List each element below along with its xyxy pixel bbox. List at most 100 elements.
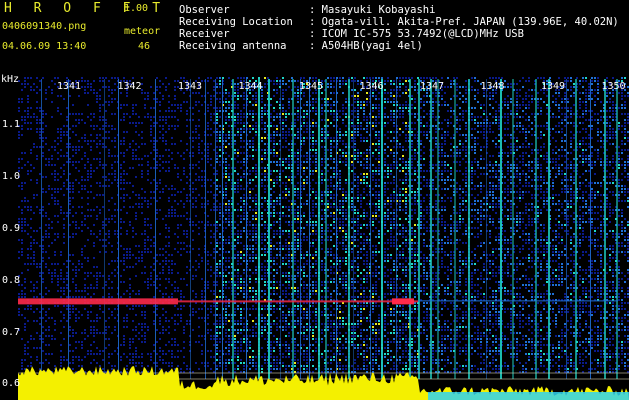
noise-pixel bbox=[321, 323, 323, 325]
noise-pixel bbox=[345, 236, 347, 238]
noise-pixel bbox=[21, 125, 23, 127]
noise-pixel bbox=[339, 149, 341, 151]
noise-pixel bbox=[108, 80, 110, 82]
noise-pixel bbox=[54, 305, 56, 307]
noise-pixel bbox=[207, 260, 209, 262]
noise-pixel bbox=[303, 125, 305, 127]
noise-pixel bbox=[150, 227, 152, 229]
noise-pixel bbox=[60, 290, 62, 292]
noise-pixel bbox=[177, 287, 179, 289]
noise-pixel bbox=[156, 218, 158, 220]
noise-pixel bbox=[249, 128, 251, 130]
noise-pixel bbox=[78, 113, 80, 115]
noise-pixel bbox=[342, 284, 344, 286]
noise-pixel bbox=[69, 314, 71, 316]
noise-pixel bbox=[207, 80, 209, 82]
noise-pixel bbox=[90, 296, 92, 298]
noise-pixel bbox=[303, 263, 305, 265]
noise-pixel bbox=[261, 149, 263, 151]
noise-pixel bbox=[294, 293, 296, 295]
noise-pixel bbox=[303, 140, 305, 142]
noise-pixel bbox=[240, 323, 242, 325]
noise-pixel bbox=[228, 206, 230, 208]
noise-pixel bbox=[315, 254, 317, 256]
noise-pixel bbox=[162, 332, 164, 334]
observer-label: Observer bbox=[179, 4, 230, 16]
noise-pixel bbox=[261, 128, 263, 130]
noise-pixel bbox=[42, 191, 44, 193]
noise-pixel bbox=[63, 227, 65, 229]
noise-pixel bbox=[96, 362, 98, 364]
noise-pixel bbox=[72, 191, 74, 193]
noise-pixel bbox=[288, 332, 290, 334]
noise-pixel bbox=[48, 233, 50, 235]
noise-pixel bbox=[243, 341, 245, 343]
noise-pixel bbox=[114, 260, 116, 262]
noise-pixel bbox=[132, 227, 134, 229]
noise-pixel bbox=[351, 242, 353, 244]
noise-pixel bbox=[174, 167, 176, 169]
noise-pixel bbox=[120, 218, 122, 220]
noise-pixel bbox=[297, 269, 299, 271]
noise-pixel bbox=[288, 233, 290, 235]
noise-pixel bbox=[60, 332, 62, 334]
noise-pixel bbox=[126, 326, 128, 328]
noise-pixel bbox=[207, 287, 209, 289]
noise-pixel bbox=[216, 335, 218, 337]
noise-pixel bbox=[351, 305, 353, 307]
noise-pixel bbox=[156, 140, 158, 142]
noise-pixel bbox=[132, 290, 134, 292]
noise-pixel bbox=[354, 140, 356, 142]
noise-pixel bbox=[174, 98, 176, 100]
noise-pixel bbox=[303, 272, 305, 274]
noise-pixel bbox=[57, 215, 59, 217]
noise-pixel bbox=[165, 215, 167, 217]
noise-pixel bbox=[303, 296, 305, 298]
noise-pixel bbox=[339, 203, 341, 205]
noise-pixel bbox=[174, 188, 176, 190]
noise-pixel bbox=[249, 248, 251, 250]
noise-pixel bbox=[252, 296, 254, 298]
noise-pixel bbox=[351, 281, 353, 283]
noise-pixel bbox=[351, 263, 353, 265]
noise-pixel bbox=[252, 137, 254, 139]
noise-pixel bbox=[192, 275, 194, 277]
noise-pixel bbox=[192, 278, 194, 280]
noise-pixel bbox=[252, 305, 254, 307]
noise-pixel bbox=[174, 215, 176, 217]
noise-pixel bbox=[123, 221, 125, 223]
noise-pixel bbox=[261, 158, 263, 160]
noise-pixel bbox=[327, 185, 329, 187]
noise-pixel bbox=[342, 212, 344, 214]
noise-pixel bbox=[243, 329, 245, 331]
noise-pixel bbox=[303, 215, 305, 217]
noise-pixel bbox=[237, 122, 239, 124]
noise-pixel bbox=[303, 131, 305, 133]
noise-pixel bbox=[219, 326, 221, 328]
noise-pixel bbox=[234, 368, 236, 370]
noise-pixel bbox=[225, 122, 227, 124]
noise-pixel bbox=[327, 290, 329, 292]
noise-pixel bbox=[162, 167, 164, 169]
noise-pixel bbox=[81, 263, 83, 265]
noise-pixel bbox=[159, 164, 161, 166]
noise-pixel bbox=[345, 323, 347, 325]
noise-pixel bbox=[315, 341, 317, 343]
noise-pixel bbox=[162, 329, 164, 331]
noise-pixel bbox=[129, 278, 131, 280]
noise-pixel bbox=[207, 104, 209, 106]
noise-pixel bbox=[72, 104, 74, 106]
noise-pixel bbox=[138, 206, 140, 208]
noise-pixel bbox=[282, 92, 284, 94]
noise-pixel bbox=[153, 149, 155, 151]
noise-pixel bbox=[201, 290, 203, 292]
noise-pixel bbox=[297, 182, 299, 184]
noise-pixel bbox=[288, 242, 290, 244]
noise-pixel bbox=[66, 143, 68, 145]
noise-pixel bbox=[249, 344, 251, 346]
noise-pixel bbox=[288, 311, 290, 313]
noise-pixel bbox=[333, 92, 335, 94]
noise-pixel bbox=[135, 104, 137, 106]
noise-pixel bbox=[33, 257, 35, 259]
noise-pixel bbox=[153, 122, 155, 124]
